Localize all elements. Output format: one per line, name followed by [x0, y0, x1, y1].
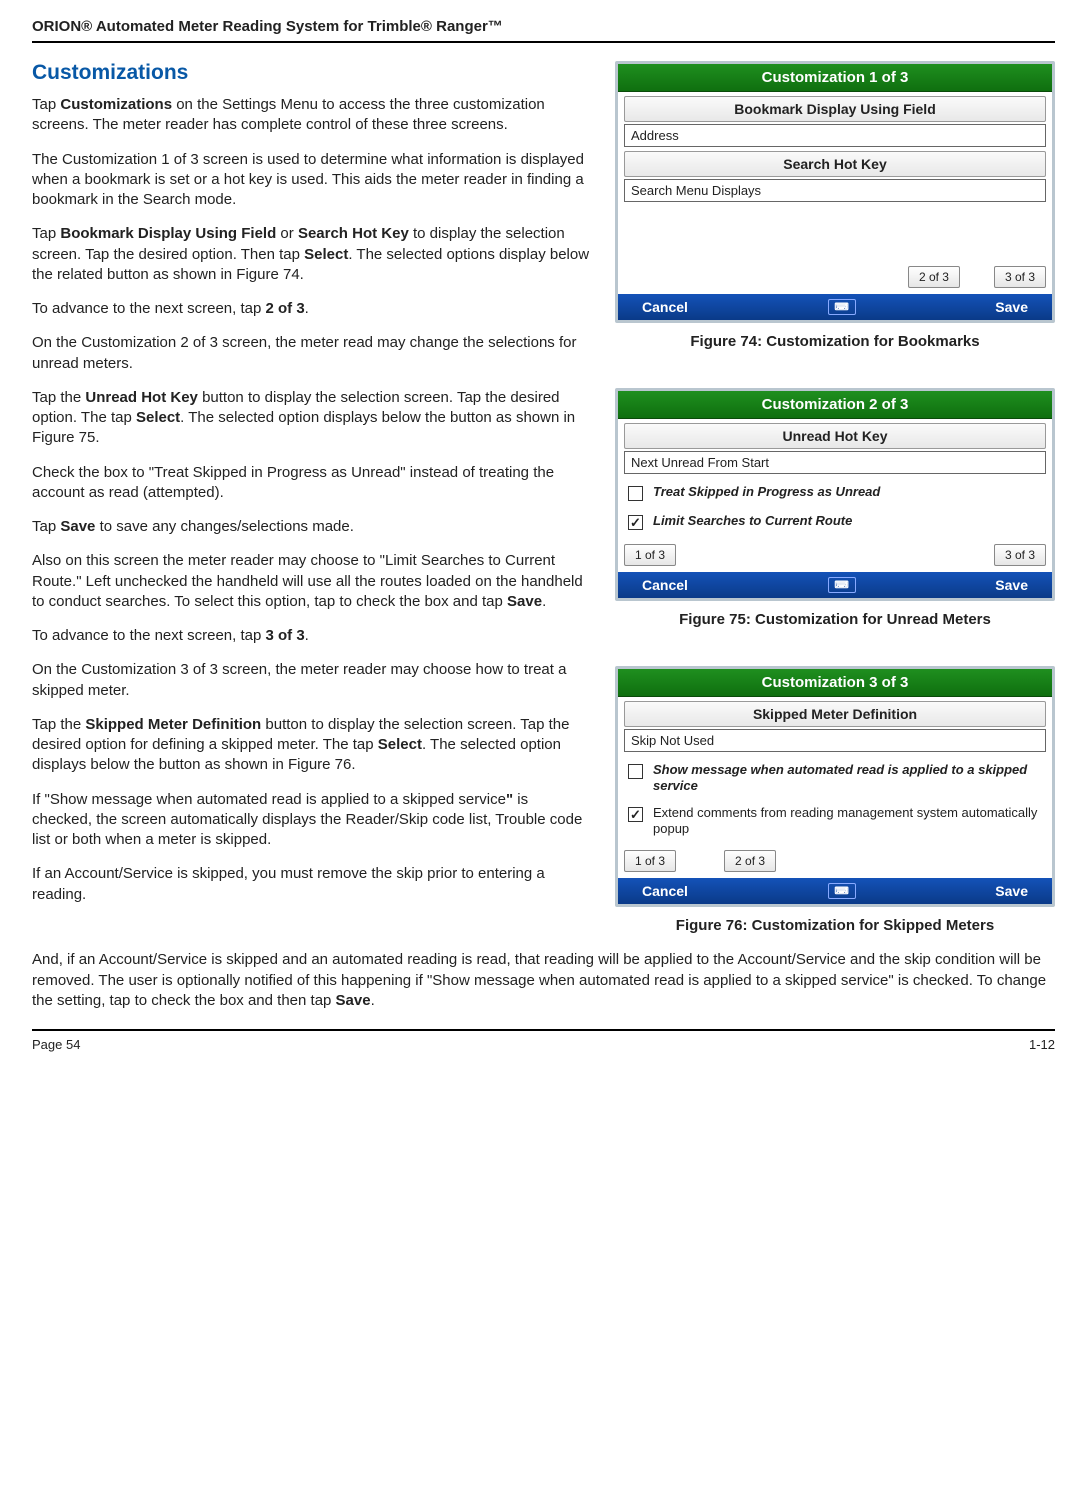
paragraph: If an Account/Service is skipped, you mu…: [32, 864, 591, 905]
bookmark-display-value[interactable]: Address: [624, 124, 1046, 147]
figure-caption: Figure 76: Customization for Skipped Met…: [615, 917, 1055, 934]
nav-2of3-button[interactable]: 2 of 3: [724, 850, 776, 872]
figure-76: Customization 3 of 3 Skipped Meter Defin…: [615, 666, 1055, 934]
extend-comments-checkbox[interactable]: ✓: [628, 807, 643, 822]
nav-3of3-button[interactable]: 3 of 3: [994, 544, 1046, 566]
save-button[interactable]: Save: [995, 299, 1028, 315]
paragraph: The Customization 1 of 3 screen is used …: [32, 150, 591, 211]
figure-caption: Figure 74: Customization for Bookmarks: [615, 333, 1055, 350]
paragraph: And, if an Account/Service is skipped an…: [32, 950, 1055, 1011]
paragraph: To advance to the next screen, tap 3 of …: [32, 626, 591, 646]
keyboard-icon[interactable]: ⌨: [828, 299, 856, 315]
show-message-checkbox[interactable]: [628, 764, 643, 779]
unread-hot-key-button[interactable]: Unread Hot Key: [624, 423, 1046, 449]
window-title: Customization 2 of 3: [618, 391, 1052, 419]
paragraph: Also on this screen the meter reader may…: [32, 551, 591, 612]
figure-caption: Figure 75: Customization for Unread Mete…: [615, 611, 1055, 628]
skipped-meter-definition-button[interactable]: Skipped Meter Definition: [624, 701, 1046, 727]
device-screenshot: Customization 1 of 3 Bookmark Display Us…: [615, 61, 1055, 323]
extend-comments-label: Extend comments from reading management …: [653, 805, 1042, 836]
keyboard-icon[interactable]: ⌨: [828, 883, 856, 899]
paragraph: Tap Customizations on the Settings Menu …: [32, 95, 591, 136]
cancel-button[interactable]: Cancel: [642, 883, 688, 899]
nav-3of3-button[interactable]: 3 of 3: [994, 266, 1046, 288]
treat-skipped-checkbox[interactable]: [628, 486, 643, 501]
footer-page-right: 1-12: [1029, 1037, 1055, 1052]
nav-1of3-button[interactable]: 1 of 3: [624, 850, 676, 872]
page-header: ORION® Automated Meter Reading System fo…: [32, 18, 1055, 43]
device-screenshot: Customization 3 of 3 Skipped Meter Defin…: [615, 666, 1055, 907]
figure-column: Customization 1 of 3 Bookmark Display Us…: [615, 61, 1055, 944]
treat-skipped-label: Treat Skipped in Progress as Unread: [653, 484, 880, 500]
bookmark-display-field-button[interactable]: Bookmark Display Using Field: [624, 96, 1046, 122]
page-footer: Page 54 1-12: [32, 1029, 1055, 1052]
skipped-meter-definition-value[interactable]: Skip Not Used: [624, 729, 1046, 752]
unread-hot-key-value[interactable]: Next Unread From Start: [624, 451, 1046, 474]
paragraph: Tap Bookmark Display Using Field or Sear…: [32, 224, 591, 285]
save-button[interactable]: Save: [995, 883, 1028, 899]
paragraph: If "Show message when automated read is …: [32, 790, 591, 851]
figure-75: Customization 2 of 3 Unread Hot Key Next…: [615, 388, 1055, 628]
device-screenshot: Customization 2 of 3 Unread Hot Key Next…: [615, 388, 1055, 601]
show-message-label: Show message when automated read is appl…: [653, 762, 1042, 793]
window-title: Customization 1 of 3: [618, 64, 1052, 92]
paragraph: To advance to the next screen, tap 2 of …: [32, 299, 591, 319]
figure-74: Customization 1 of 3 Bookmark Display Us…: [615, 61, 1055, 350]
paragraph: Tap Save to save any changes/selections …: [32, 517, 591, 537]
cancel-button[interactable]: Cancel: [642, 299, 688, 315]
paragraph: Tap the Unread Hot Key button to display…: [32, 388, 591, 449]
section-title: Customizations: [32, 61, 591, 85]
limit-searches-label: Limit Searches to Current Route: [653, 513, 852, 529]
keyboard-icon[interactable]: ⌨: [828, 577, 856, 593]
footer-page-left: Page 54: [32, 1037, 80, 1052]
search-hot-key-value[interactable]: Search Menu Displays: [624, 179, 1046, 202]
paragraph: Tap the Skipped Meter Definition button …: [32, 715, 591, 776]
nav-2of3-button[interactable]: 2 of 3: [908, 266, 960, 288]
paragraph: On the Customization 3 of 3 screen, the …: [32, 660, 591, 701]
paragraph: Check the box to "Treat Skipped in Progr…: [32, 463, 591, 504]
nav-1of3-button[interactable]: 1 of 3: [624, 544, 676, 566]
save-button[interactable]: Save: [995, 577, 1028, 593]
cancel-button[interactable]: Cancel: [642, 577, 688, 593]
window-title: Customization 3 of 3: [618, 669, 1052, 697]
paragraph: On the Customization 2 of 3 screen, the …: [32, 333, 591, 374]
body-text-column: Customizations Tap Customizations on the…: [32, 61, 591, 944]
limit-searches-checkbox[interactable]: ✓: [628, 515, 643, 530]
search-hot-key-button[interactable]: Search Hot Key: [624, 151, 1046, 177]
